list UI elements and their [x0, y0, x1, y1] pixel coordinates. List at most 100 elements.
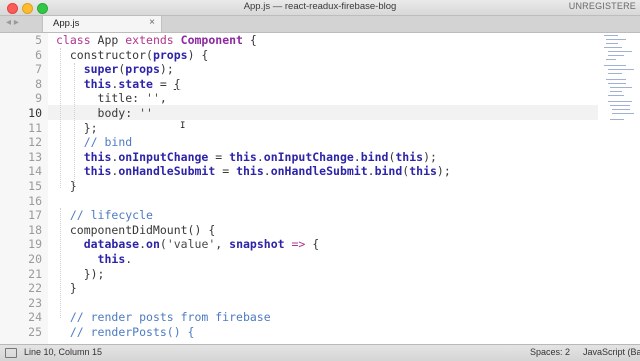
code-line: // renderPosts() {: [56, 325, 195, 339]
line-number: 19: [28, 237, 42, 252]
panel-toggle-icon[interactable]: [5, 348, 17, 358]
line-number: 20: [28, 252, 42, 266]
line-number: 22: [28, 281, 42, 296]
code-line: constructor(props) {: [56, 47, 209, 62]
code-line: this.onHandleSubmit = this.onHandleSubmi…: [83, 164, 451, 179]
line-number: 18: [28, 222, 42, 237]
line-number: 6: [35, 47, 42, 62]
title-bar: App.js — react-readux-firebase-blog UNRE…: [0, 0, 640, 16]
tab-close-icon[interactable]: ×: [149, 17, 155, 28]
minimap-line: [606, 79, 626, 80]
token-comment: // render posts from firebase: [69, 310, 271, 325]
token-param: props: [152, 47, 188, 62]
minimap-line: [604, 35, 618, 36]
token-this: this: [83, 164, 112, 179]
token-param: snapshot: [229, 237, 285, 252]
line-number: 8: [35, 76, 42, 91]
code-line: // bind: [56, 135, 132, 149]
token-comment: // bind: [83, 135, 133, 150]
token-method: on: [146, 237, 160, 252]
tab-nav: ◂ ▸: [6, 17, 19, 28]
minimap-line: [608, 69, 634, 70]
line-number: 14: [28, 164, 42, 179]
line-number: 16: [28, 193, 42, 208]
token-comment: // renderPosts() {: [69, 325, 195, 339]
minimap-line: [612, 113, 634, 114]
token-method: bind: [360, 149, 389, 164]
cursor-position: Line 10, Column 15: [24, 347, 103, 357]
code-line: }: [56, 179, 77, 193]
syntax-selector[interactable]: JavaScript (Bab: [583, 347, 640, 357]
indentation-setting[interactable]: Spaces: 2: [530, 347, 570, 357]
code-line: // render posts from firebase: [56, 310, 271, 324]
token-prop: onInputChange: [263, 149, 354, 164]
code-line: title: '',: [56, 91, 167, 106]
token-arrow: =>: [291, 237, 306, 252]
minimap[interactable]: [600, 33, 640, 153]
window-title: App.js — react-readux-firebase-blog: [243, 1, 397, 12]
token-comment: // lifecycle: [69, 208, 153, 223]
code-line: this.onInputChange = this.onInputChange.…: [83, 149, 437, 164]
code-line: this.: [97, 252, 133, 266]
token-this: this: [236, 164, 264, 179]
minimap-line: [608, 55, 624, 56]
token-this: this: [83, 149, 112, 164]
minimap-line: [606, 43, 618, 44]
token-keyword: super: [83, 62, 119, 77]
unregistered-label: UNREGISTERE: [568, 1, 636, 11]
back-arrow-icon[interactable]: ◂: [6, 17, 11, 28]
token-string: '': [146, 91, 160, 106]
minimap-line: [608, 83, 626, 84]
line-number: 11: [28, 120, 42, 135]
line-number: 25: [28, 325, 42, 339]
token-param: props: [125, 62, 160, 77]
token-keyword: class: [56, 33, 91, 47]
code-line: class App extends Component {: [56, 33, 257, 47]
line-number: 9: [35, 91, 42, 106]
token-string: 'value': [166, 237, 216, 252]
minimap-line: [610, 91, 622, 92]
minimap-line: [608, 95, 624, 96]
minimap-line: [608, 101, 632, 102]
tab-app-js[interactable]: App.js ×: [42, 16, 162, 32]
line-number: 13: [28, 149, 42, 164]
minimap-line: [610, 87, 632, 88]
minimap-line: [604, 65, 626, 66]
token-method: bind: [374, 164, 403, 179]
status-bar: Line 10, Column 15 Spaces: 2 JavaScript …: [0, 344, 640, 361]
code-line: });: [56, 266, 105, 281]
token-this: this: [409, 164, 437, 179]
tab-bar: ◂ ▸ App.js ×: [0, 16, 640, 33]
code-line-active: body: '': [56, 106, 153, 120]
minimap-line: [612, 109, 630, 110]
mouse-ibeam-icon: I: [180, 121, 186, 131]
token-keyword: extends: [125, 33, 174, 47]
line-number: 24: [28, 310, 42, 325]
token-class: Component: [180, 33, 243, 47]
tab-label: App.js: [53, 18, 80, 29]
token-this: this: [83, 76, 112, 91]
code-line: componentDidMount() {: [56, 222, 216, 237]
code-line: // lifecycle: [56, 208, 153, 222]
token-prop: onInputChange: [118, 149, 209, 164]
minimap-line: [610, 105, 630, 106]
token-string: '': [139, 106, 153, 120]
code-line: this.state = {: [83, 76, 181, 91]
token-prop: onHandleSubmit: [118, 164, 216, 179]
token-this: this: [395, 149, 424, 164]
code-line: super(props);: [83, 62, 174, 77]
forward-arrow-icon[interactable]: ▸: [14, 17, 19, 28]
token-brace: {: [173, 76, 181, 91]
code-editor[interactable]: 5 6 7 8 9 10 11 12 13 14 15 16 17 18 19 …: [0, 33, 640, 344]
token-prop: onHandleSubmit: [270, 164, 368, 179]
line-number: 12: [28, 135, 42, 150]
token-this: this: [229, 149, 257, 164]
line-number-active: 10: [28, 106, 42, 120]
line-number-gutter: 5 6 7 8 9 10 11 12 13 14 15 16 17 18 19 …: [0, 33, 48, 344]
minimap-line: [606, 59, 616, 60]
minimap-line: [608, 51, 632, 52]
minimap-line: [604, 47, 622, 48]
code-line: }: [56, 281, 77, 296]
